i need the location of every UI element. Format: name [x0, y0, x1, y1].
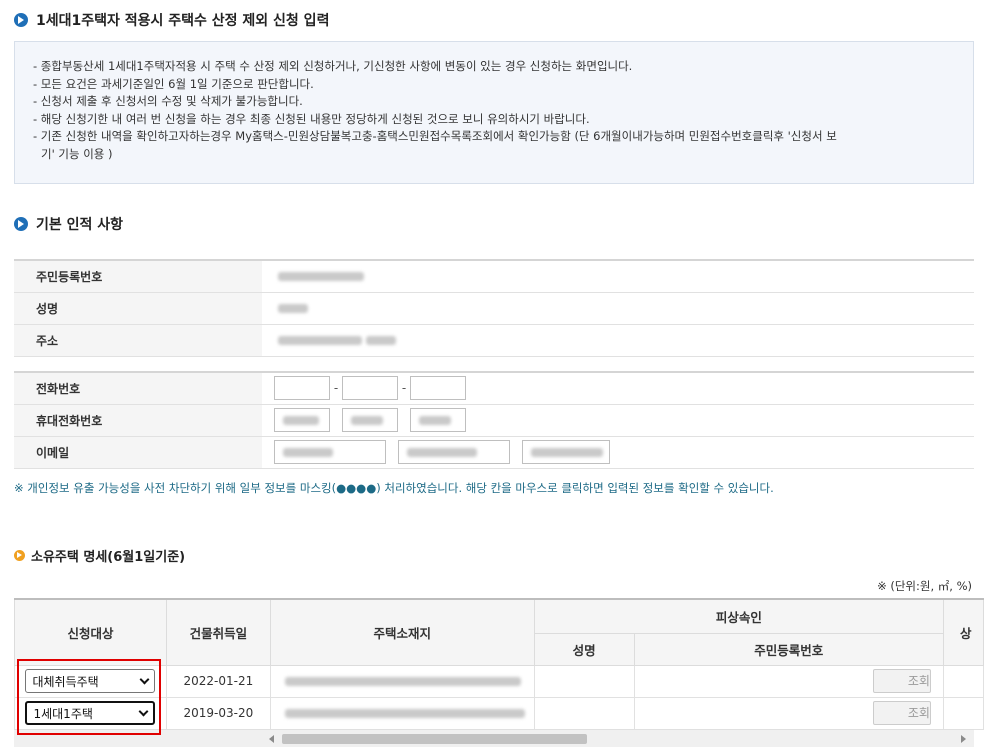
notice-box: - 종합부동산세 1세대1주택자적용 시 주택 수 산정 제외 신청하거나, 기… [14, 41, 974, 184]
phone-field-1[interactable] [274, 376, 330, 401]
email-domain-select[interactable] [522, 440, 610, 464]
header-heir-rrn: 주민등록번호 [633, 632, 944, 666]
address-value [262, 324, 974, 357]
mobile-field-1[interactable] [274, 408, 330, 432]
cut-cell [942, 664, 984, 698]
label-rrn: 주민등록번호 [14, 260, 262, 293]
notice-item: - 해당 신청기한 내 여러 번 신청을 하는 경우 최종 신청된 내용만 정당… [33, 111, 590, 126]
notice-item: - 모든 요건은 과세기준일인 6월 1일 기준으로 판단합니다. [33, 76, 314, 91]
header-heir: 피상속인 [533, 598, 944, 634]
phone-dash: - [333, 381, 339, 396]
arrow-circle-icon [14, 217, 28, 231]
notice-item: - 종합부동산세 1세대1주택자적용 시 주택 수 산정 제외 신청하거나, 기… [33, 59, 633, 73]
phone-field-3[interactable] [410, 376, 466, 401]
scroll-right-icon[interactable] [961, 735, 966, 743]
header-acquired: 건물취득일 [165, 598, 271, 666]
basic-info-table: 주민등록번호 성명 주소 [14, 259, 974, 357]
unit-note: ※ (단위:원, ㎡, %) [877, 579, 972, 593]
heir-rrn-cell: 조회 [633, 664, 944, 698]
cut-cell [942, 696, 984, 730]
phone-fields: -- [262, 372, 974, 405]
email-id-field[interactable] [274, 440, 386, 464]
label-address: 주소 [14, 324, 262, 357]
header-cut: 상 [942, 598, 984, 666]
scrollbar-thumb[interactable] [282, 734, 587, 744]
section-title-text: 1세대1주택자 적용시 주택수 산정 제외 신청 입력 [36, 13, 330, 29]
section-title-text: 기본 인적 사항 [36, 217, 124, 233]
label-name: 성명 [14, 292, 262, 325]
name-value [262, 292, 974, 325]
mobile-fields [262, 404, 974, 437]
section-title-text: 소유주택 명세(6월1일기준) [31, 550, 186, 565]
header-heir-name: 성명 [533, 632, 635, 666]
location-cell [269, 664, 535, 698]
mobile-field-2[interactable] [342, 408, 398, 432]
label-phone: 전화번호 [14, 372, 262, 405]
view-button[interactable]: 조회 [872, 669, 931, 693]
email-domain-field[interactable] [398, 440, 510, 464]
phone-dash: - [401, 381, 407, 396]
bullet-icon [14, 550, 25, 561]
label-email: 이메일 [14, 436, 262, 469]
section-title-owned-houses: 소유주택 명세(6월1일기준) [14, 546, 185, 565]
highlight-box [17, 659, 161, 735]
notice-item: - 신청서 제출 후 신청서의 수정 및 삭제가 불가능합니다. [33, 94, 303, 108]
contact-info-table: 전화번호 -- 휴대전화번호 이메일 [14, 371, 974, 469]
heir-rrn-cell: 조회 [633, 696, 944, 730]
header-target: 신청대상 [14, 598, 167, 666]
notice-item: - 기존 신청한 내역을 확인하고자하는경우 My홈택스-민원상담불복고충-홈택… [33, 129, 837, 143]
masking-note: ※ 개인정보 유출 가능성을 사전 차단하기 위해 일부 정보를 마스킹(●●●… [14, 481, 774, 495]
acquired-cell: 2019-03-20 [165, 696, 271, 730]
rrn-value [262, 260, 974, 293]
location-cell [269, 696, 535, 730]
heir-name-cell [533, 696, 635, 730]
heir-name-cell [533, 664, 635, 698]
notice-item: 기' 기능 이용 ) [41, 146, 113, 161]
section-title-basic-info: 기본 인적 사항 [14, 214, 123, 234]
acquired-cell: 2022-01-21 [165, 664, 271, 698]
mobile-field-3[interactable] [410, 408, 466, 432]
label-mobile: 휴대전화번호 [14, 404, 262, 437]
email-fields [262, 436, 974, 469]
phone-field-2[interactable] [342, 376, 398, 401]
arrow-circle-icon [14, 13, 28, 27]
view-button[interactable]: 조회 [872, 701, 931, 725]
scroll-left-icon[interactable] [269, 735, 274, 743]
section-title-exclusion: 1세대1주택자 적용시 주택수 산정 제외 신청 입력 [14, 10, 329, 30]
header-location: 주택소재지 [269, 598, 535, 666]
